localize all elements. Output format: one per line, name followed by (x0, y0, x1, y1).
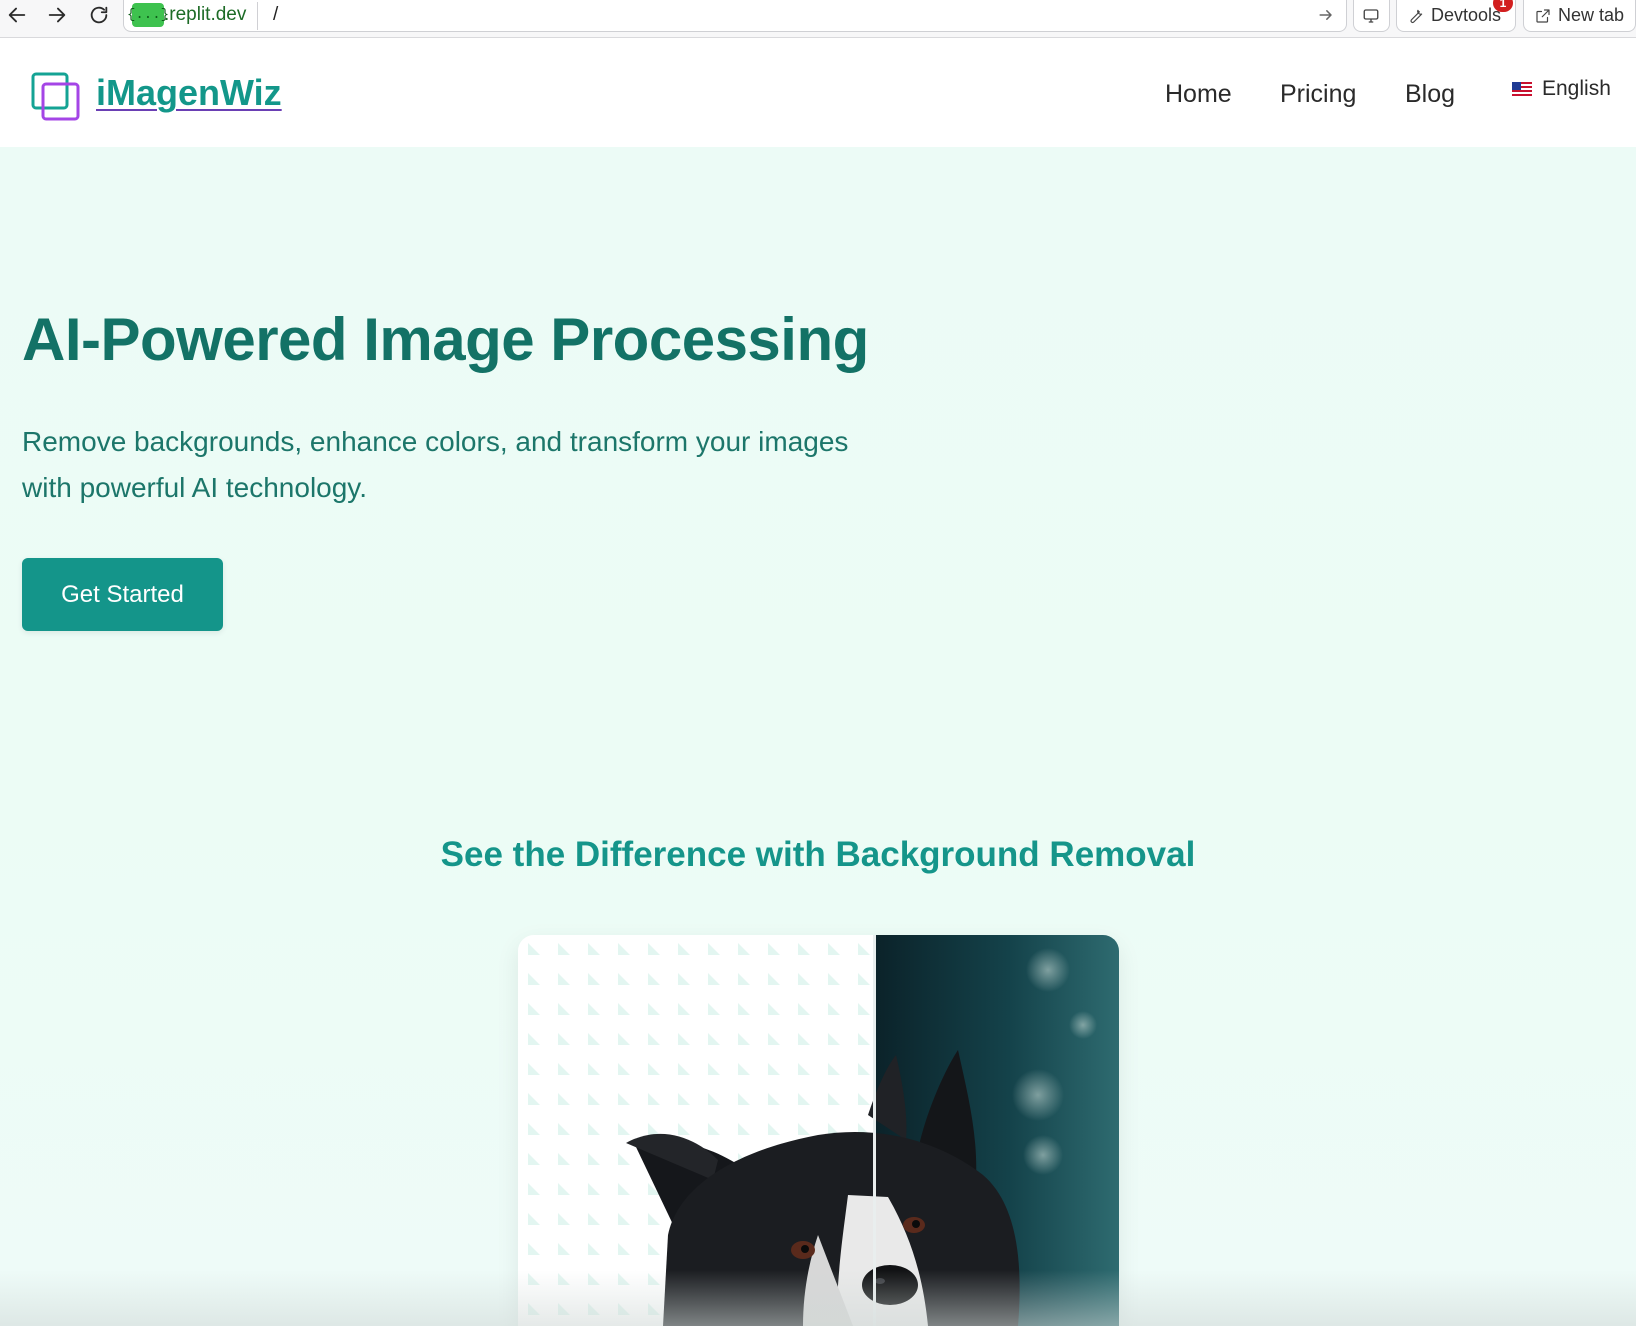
forward-button[interactable] (40, 0, 74, 30)
monitor-icon (1363, 8, 1379, 23)
reload-icon (90, 6, 108, 24)
devtools-label: Devtools (1431, 5, 1502, 25)
url-badge: {...} (127, 3, 169, 27)
language-label: English (1542, 77, 1611, 100)
back-button[interactable] (0, 0, 34, 30)
hero-title: AI-Powered Image Processing (22, 306, 869, 373)
nav-blog[interactable]: Blog (1405, 80, 1455, 109)
nav-pricing[interactable]: Pricing (1280, 80, 1356, 109)
url-host: .replit.dev (164, 4, 247, 25)
arrow-left-icon (8, 7, 26, 23)
reload-button[interactable] (82, 0, 116, 30)
language-selector[interactable]: English (1512, 77, 1611, 101)
dog-comparison-image (518, 935, 1119, 1326)
devtools-button[interactable]: Devtools 1 (1396, 0, 1516, 32)
device-preview-button[interactable] (1353, 0, 1390, 32)
site-header: iMagenWiz Home Pricing Blog English (0, 38, 1636, 147)
browser-toolbar: {...} .replit.dev / Devtools 1 New tab (0, 0, 1636, 38)
hero-section: AI-Powered Image Processing Remove backg… (0, 147, 1636, 1326)
get-started-button[interactable]: Get Started (22, 558, 223, 631)
new-tab-button[interactable]: New tab (1523, 0, 1636, 32)
external-link-icon (1536, 8, 1550, 23)
hero-subtitle-line-2: with powerful AI technology. (22, 472, 368, 503)
comparison-slider-handle[interactable] (873, 935, 876, 1326)
go-arrow-icon[interactable] (1316, 5, 1336, 25)
arrow-right-icon (48, 7, 66, 23)
hero-subtitle-line-1: Remove backgrounds, enhance colors, and … (22, 426, 849, 457)
url-path[interactable]: / (273, 4, 278, 26)
us-flag-icon (1512, 82, 1532, 96)
new-tab-label: New tab (1558, 5, 1625, 25)
comparison-title: See the Difference with Background Remov… (440, 835, 1196, 874)
before-after-comparison[interactable] (518, 935, 1119, 1326)
wrench-icon (1410, 9, 1423, 23)
url-divider (257, 2, 258, 30)
logo-icon[interactable] (30, 71, 82, 123)
hero-subtitle: Remove backgrounds, enhance colors, and … (22, 419, 902, 511)
devtools-error-badge: 1 (1493, 0, 1513, 12)
nav-home[interactable]: Home (1165, 80, 1232, 109)
url-bar[interactable]: {...} .replit.dev / (123, 0, 1347, 32)
brand-logo-link[interactable]: iMagenWiz (96, 72, 282, 114)
